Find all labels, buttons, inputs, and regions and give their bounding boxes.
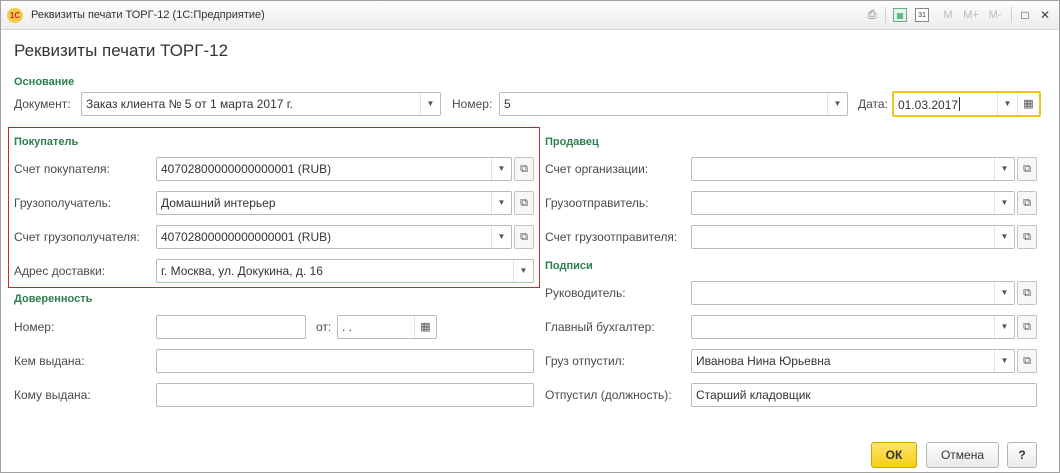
open-icon[interactable]: ⧉ [514, 157, 534, 181]
shipper-field[interactable]: ▼ [691, 191, 1015, 215]
proxy-date-value: . . [342, 320, 353, 334]
memory-minus-button[interactable]: M- [985, 8, 1005, 22]
released-by-value: Иванова Нина Юрьевна [696, 354, 831, 368]
chevron-down-icon[interactable]: ▼ [513, 260, 533, 282]
group-signatures-title: Подписи [545, 260, 593, 272]
head-field[interactable]: ▼ [691, 281, 1015, 305]
form-title: Реквизиты печати ТОРГ-12 [14, 41, 229, 60]
maximize-icon[interactable]: □ [1017, 7, 1033, 23]
print-icon[interactable]: ⎙ [865, 8, 879, 22]
proxy-number-field[interactable] [156, 315, 306, 339]
released-position-field[interactable]: Старший кладовщик [691, 383, 1037, 407]
issued-by-label: Кем выдана: [14, 354, 85, 368]
shipper-label: Грузоотправитель: [545, 196, 649, 210]
chief-accountant-label: Главный бухгалтер: [545, 320, 655, 334]
chevron-down-icon[interactable]: ▼ [994, 350, 1014, 372]
head-label: Руководитель: [545, 286, 626, 300]
calendar-icon[interactable]: ▦ [1017, 93, 1039, 115]
number-field[interactable]: 5 ▼ [499, 92, 848, 116]
chevron-down-icon[interactable]: ▼ [420, 93, 440, 115]
memory-button[interactable]: M [941, 8, 955, 22]
toolbar-separator [885, 7, 886, 23]
number-label: Номер: [452, 97, 493, 111]
consignee-account-value: 40702800000000000001 (RUB) [161, 230, 332, 244]
memory-plus-button[interactable]: M+ [961, 8, 981, 22]
open-icon[interactable]: ⧉ [1017, 157, 1037, 181]
delivery-address-label: Адрес доставки: [14, 264, 106, 278]
help-button[interactable]: ? [1007, 442, 1037, 468]
chevron-down-icon[interactable]: ▼ [994, 158, 1014, 180]
released-position-label: Отпустил (должность): [545, 388, 672, 402]
open-icon[interactable]: ⧉ [1017, 281, 1037, 305]
document-label: Документ: [14, 97, 71, 111]
chevron-down-icon[interactable]: ▼ [491, 192, 511, 214]
consignee-account-label: Счет грузополучателя: [14, 230, 140, 244]
calendar-icon[interactable]: 31 [915, 8, 929, 22]
chevron-down-icon[interactable]: ▼ [994, 226, 1014, 248]
window-title: Реквизиты печати ТОРГ-12 (1С:Предприятие… [31, 9, 265, 21]
delivery-address-value: г. Москва, ул. Докукина, д. 16 [161, 264, 323, 278]
calculator-icon[interactable]: ▦ [893, 8, 907, 22]
consignee-field[interactable]: Домашний интерьер ▼ [156, 191, 512, 215]
buyer-account-label: Счет покупателя: [14, 162, 110, 176]
chevron-down-icon[interactable]: ▼ [994, 282, 1014, 304]
released-by-field[interactable]: Иванова Нина Юрьевна ▼ [691, 349, 1015, 373]
close-icon[interactable]: ✕ [1037, 7, 1053, 23]
consignee-value: Домашний интерьер [161, 196, 276, 210]
released-by-label: Груз отпустил: [545, 354, 626, 368]
shipper-account-label: Счет грузоотправителя: [545, 230, 678, 244]
chevron-down-icon[interactable]: ▼ [827, 93, 847, 115]
chevron-down-icon[interactable]: ▼ [997, 93, 1017, 115]
group-buyer-title: Покупатель [14, 136, 79, 148]
open-icon[interactable]: ⧉ [514, 191, 534, 215]
issued-by-field[interactable] [156, 349, 534, 373]
shipper-account-field[interactable]: ▼ [691, 225, 1015, 249]
date-label: Дата: [858, 97, 888, 111]
proxy-date-field[interactable]: . . ▦ [337, 315, 437, 339]
issued-to-label: Кому выдана: [14, 388, 91, 402]
released-position-value: Старший кладовщик [696, 388, 811, 402]
open-icon[interactable]: ⧉ [514, 225, 534, 249]
group-proxy-title: Доверенность [14, 293, 93, 305]
chief-accountant-field[interactable]: ▼ [691, 315, 1015, 339]
org-account-field[interactable]: ▼ [691, 157, 1015, 181]
number-value: 5 [504, 97, 511, 111]
cancel-button[interactable]: Отмена [926, 442, 999, 468]
buyer-account-field[interactable]: 40702800000000000001 (RUB) ▼ [156, 157, 512, 181]
consignee-account-field[interactable]: 40702800000000000001 (RUB) ▼ [156, 225, 512, 249]
proxy-from-label: от: [316, 320, 332, 334]
buyer-account-value: 40702800000000000001 (RUB) [161, 162, 332, 176]
document-value: Заказ клиента № 5 от 1 марта 2017 г. [86, 97, 294, 111]
date-value: 01.03.2017 [898, 97, 961, 112]
toolbar-separator [1011, 7, 1012, 23]
document-field[interactable]: Заказ клиента № 5 от 1 марта 2017 г. ▼ [81, 92, 441, 116]
date-field[interactable]: 01.03.2017 ▼ ▦ [892, 91, 1041, 117]
open-icon[interactable]: ⧉ [1017, 315, 1037, 339]
open-icon[interactable]: ⧉ [1017, 349, 1037, 373]
open-icon[interactable]: ⧉ [1017, 225, 1037, 249]
app-logo: 1С [7, 8, 23, 23]
open-icon[interactable]: ⧉ [1017, 191, 1037, 215]
issued-to-field[interactable] [156, 383, 534, 407]
ok-button[interactable]: ОК [871, 442, 917, 468]
proxy-number-label: Номер: [14, 320, 55, 334]
title-bar: 1С Реквизиты печати ТОРГ-12 (1С:Предприя… [1, 1, 1059, 30]
chevron-down-icon[interactable]: ▼ [994, 316, 1014, 338]
delivery-address-field[interactable]: г. Москва, ул. Докукина, д. 16 ▼ [156, 259, 534, 283]
text-caret [959, 97, 961, 111]
group-basis-title: Основание [14, 76, 75, 88]
org-account-label: Счет организации: [545, 162, 649, 176]
chevron-down-icon[interactable]: ▼ [491, 158, 511, 180]
chevron-down-icon[interactable]: ▼ [491, 226, 511, 248]
group-seller-title: Продавец [545, 136, 599, 148]
dialog-window: 1С Реквизиты печати ТОРГ-12 (1С:Предприя… [0, 0, 1060, 473]
calendar-icon[interactable]: ▦ [414, 316, 436, 338]
consignee-label: Грузополучатель: [14, 196, 112, 210]
chevron-down-icon[interactable]: ▼ [994, 192, 1014, 214]
